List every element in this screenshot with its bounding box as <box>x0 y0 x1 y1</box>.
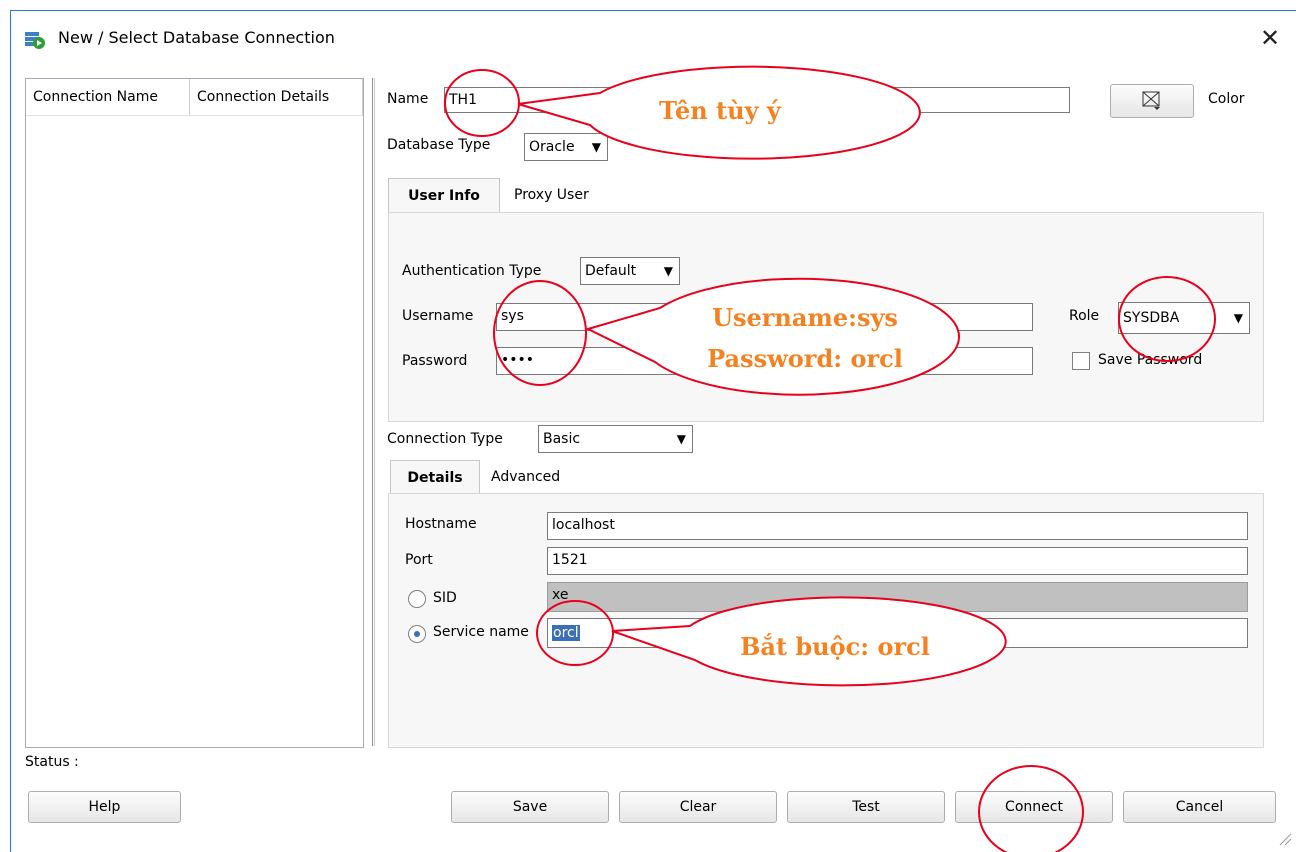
tab-user-info[interactable]: User Info <box>388 178 500 213</box>
name-field[interactable]: TH1 <box>444 87 1070 113</box>
role-value: SYSDBA <box>1123 310 1180 326</box>
database-type-label: Database Type <box>387 137 491 153</box>
chevron-down-icon: ▼ <box>676 432 686 446</box>
connect-button[interactable]: Connect <box>955 791 1113 823</box>
hostname-field[interactable]: localhost <box>547 512 1248 540</box>
tab-proxy-user[interactable]: Proxy User <box>514 178 589 212</box>
database-type-select[interactable]: Oracle ▼ <box>524 133 608 161</box>
service-name-label: Service name <box>433 624 529 640</box>
column-header-connection-name[interactable]: Connection Name <box>26 79 190 116</box>
save-password-checkbox[interactable] <box>1072 352 1090 370</box>
username-label: Username <box>402 308 474 324</box>
clear-button[interactable]: Clear <box>619 791 777 823</box>
sid-field: xe <box>547 582 1248 612</box>
color-label: Color <box>1208 91 1245 107</box>
service-name-value: orcl <box>552 625 580 641</box>
tab-details[interactable]: Details <box>390 460 480 494</box>
database-type-value: Oracle <box>529 139 575 155</box>
splitter[interactable] <box>372 78 375 746</box>
test-button[interactable]: Test <box>787 791 945 823</box>
help-button[interactable]: Help <box>28 791 181 823</box>
chevron-down-icon: ▼ <box>1233 311 1243 325</box>
connection-list[interactable]: Connection Name Connection Details <box>25 78 364 748</box>
port-label: Port <box>405 552 433 568</box>
chevron-down-icon: ▼ <box>663 264 673 278</box>
save-button[interactable]: Save <box>451 791 609 823</box>
password-label: Password <box>402 353 468 369</box>
cancel-button[interactable]: Cancel <box>1123 791 1276 823</box>
database-connection-icon <box>24 30 46 50</box>
authentication-type-value: Default <box>585 263 637 279</box>
role-select[interactable]: SYSDBA ▼ <box>1118 302 1250 334</box>
role-label: Role <box>1069 308 1100 324</box>
save-password-label: Save Password <box>1098 352 1203 368</box>
authentication-type-select[interactable]: Default ▼ <box>580 257 680 285</box>
window-title: New / Select Database Connection <box>58 28 335 47</box>
authentication-type-label: Authentication Type <box>402 263 542 279</box>
username-field[interactable]: sys <box>496 303 1033 331</box>
color-picker-icon <box>1142 91 1162 122</box>
port-field[interactable]: 1521 <box>547 547 1248 575</box>
service-name-field[interactable]: orcl <box>547 618 1248 648</box>
color-button[interactable] <box>1110 84 1194 118</box>
status-label: Status : <box>25 754 79 770</box>
resize-grip-icon[interactable] <box>1278 832 1292 846</box>
hostname-label: Hostname <box>405 516 477 532</box>
chevron-down-icon: ▼ <box>591 140 601 154</box>
name-label: Name <box>387 91 429 107</box>
tab-advanced[interactable]: Advanced <box>491 460 560 494</box>
sid-label: SID <box>433 590 457 606</box>
close-icon[interactable]: ✕ <box>1256 24 1284 52</box>
connection-type-label: Connection Type <box>387 431 503 447</box>
sid-radio[interactable] <box>408 590 426 608</box>
password-field[interactable]: •••• <box>496 347 1033 375</box>
connection-type-value: Basic <box>543 431 581 447</box>
service-name-radio[interactable] <box>408 625 426 643</box>
connection-type-select[interactable]: Basic ▼ <box>538 425 693 453</box>
column-header-connection-details[interactable]: Connection Details <box>190 79 363 116</box>
